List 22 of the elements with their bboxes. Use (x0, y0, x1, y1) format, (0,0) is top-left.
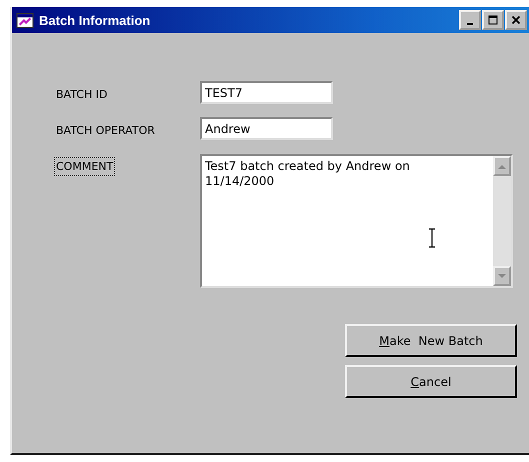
maximize-icon (488, 15, 498, 25)
maximize-button[interactable] (482, 10, 504, 30)
text-field[interactable]: Andrew (200, 117, 333, 140)
close-icon (511, 15, 521, 25)
field-label: COMMENT (54, 157, 116, 176)
make-batch-button[interactable]: Make New Batch (345, 324, 517, 357)
up-arrow-icon (498, 164, 506, 168)
minimize-icon (467, 22, 473, 24)
scroll-up-button[interactable] (493, 156, 511, 176)
cancel-button[interactable]: Cancel (345, 365, 517, 398)
minimize-button[interactable] (459, 10, 481, 30)
field-label: BATCH ID (55, 87, 108, 103)
text-field[interactable]: TEST7 (200, 81, 333, 104)
down-arrow-icon (498, 274, 506, 278)
close-button[interactable] (505, 10, 527, 30)
scroll-bar[interactable] (493, 156, 511, 286)
field-label: BATCH OPERATOR (55, 123, 156, 139)
window-title: Batch Information (39, 12, 152, 28)
comment-field[interactable]: Test7 batch created by Andrew on 11/14/2000 (200, 154, 513, 288)
app-icon (16, 12, 34, 28)
scroll-down-button[interactable] (493, 266, 511, 286)
text-cursor-icon (428, 228, 436, 248)
